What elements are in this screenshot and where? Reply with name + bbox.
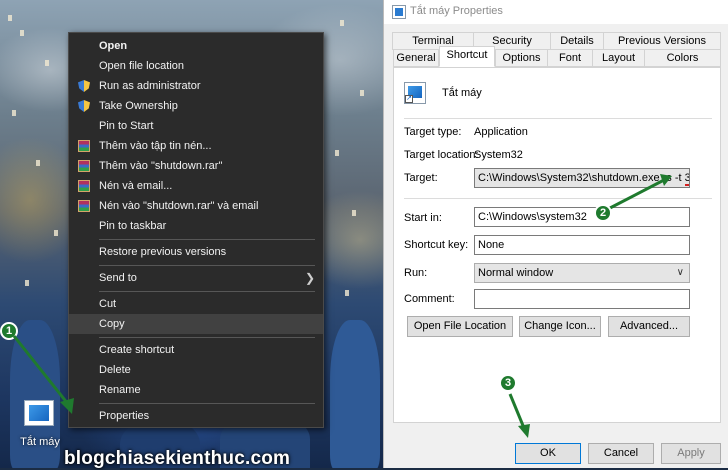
callout-badge-3: 3 [499,374,517,392]
callout-arrow-3 [508,393,530,438]
tab-shortcut[interactable]: Shortcut [439,46,495,67]
